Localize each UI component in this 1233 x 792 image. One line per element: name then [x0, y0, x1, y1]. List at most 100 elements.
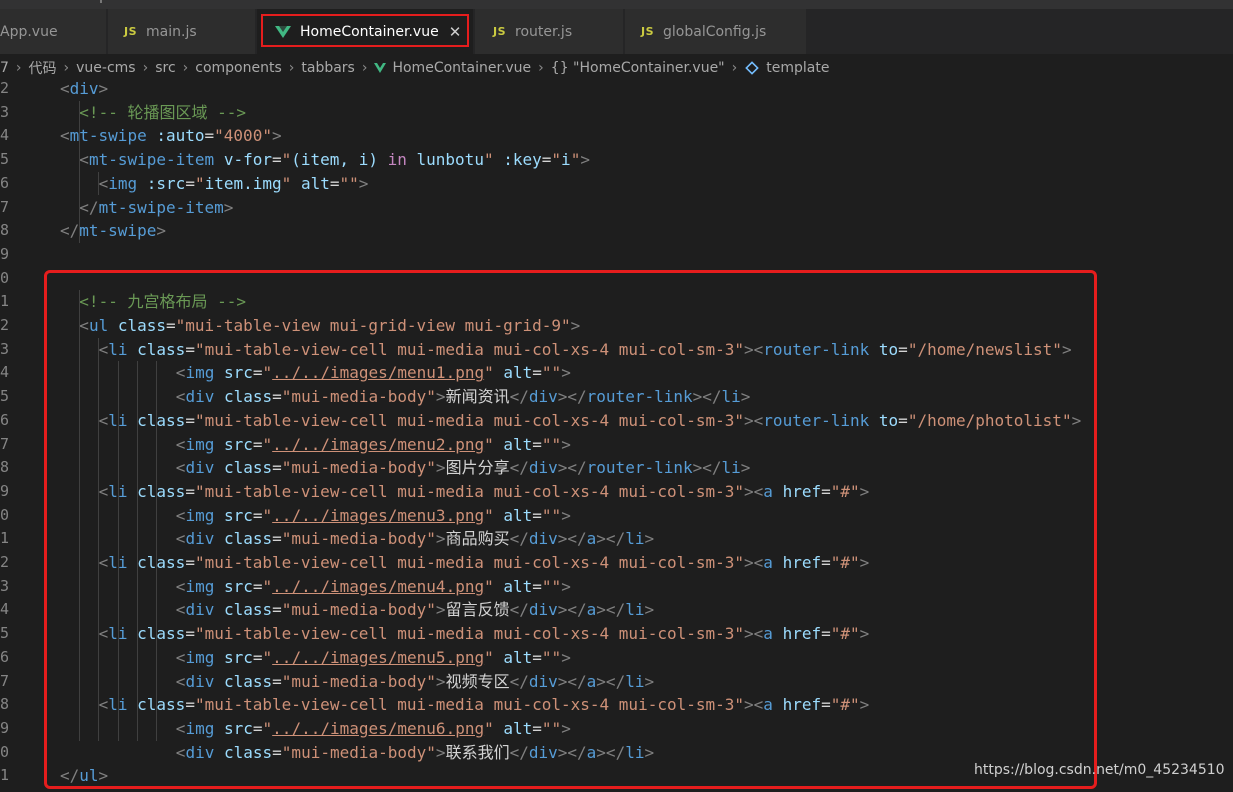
line-number: 4 — [0, 126, 10, 145]
code-token: item.img — [204, 173, 282, 193]
code-token: " — [281, 150, 292, 170]
tab-label: router.js — [515, 23, 573, 40]
code-token: :key — [503, 150, 542, 170]
code-line: 7 </mt-swipe-item> — [0, 196, 1233, 220]
line-number: 9 — [0, 244, 10, 263]
chevron-right-icon: › — [288, 59, 295, 76]
line-number: 3 — [0, 576, 10, 595]
code-token: = — [185, 173, 195, 193]
tab-app-vue[interactable]: App.vue — [0, 9, 106, 54]
line-number: 8 — [0, 695, 10, 714]
line-number: 5 — [0, 150, 10, 169]
code-token: < — [60, 79, 70, 98]
code-token: i — [561, 150, 571, 170]
line-number: 1 — [0, 766, 10, 785]
code-token: " — [570, 150, 581, 170]
chevron-right-icon: › — [182, 59, 189, 76]
code-token: < — [98, 173, 109, 193]
breadcrumb-item[interactable]: vue-cms — [76, 60, 135, 76]
code-token: mt-swipe — [69, 126, 147, 146]
chevron-right-icon: › — [63, 59, 70, 76]
chevron-right-icon: › — [538, 59, 544, 76]
line-number: 1 — [0, 292, 10, 311]
line-number: 6 — [0, 173, 10, 192]
code-token: " — [281, 173, 292, 193]
code-text: <img :src="item.img" alt=""> — [99, 172, 369, 196]
active-tab-highlight-box — [261, 14, 469, 47]
line-number: 2 — [0, 553, 10, 571]
line-number: 2 — [0, 316, 10, 334]
code-line: 6 <img :src="item.img" alt=""> — [0, 172, 1233, 196]
line-number: 5 — [0, 387, 10, 406]
breadcrumb-item[interactable]: HomeContainer.vue — [392, 60, 531, 76]
code-token: </ — [60, 221, 80, 241]
line-number: 5 — [0, 624, 10, 643]
code-token: :src — [146, 173, 186, 193]
breadcrumb-item[interactable]: template — [766, 60, 829, 76]
tab-label: globalConfig.js — [663, 23, 767, 40]
chevron-right-icon: › — [142, 59, 149, 76]
tab-globalconfig-js[interactable]: JS globalConfig.js — [625, 9, 806, 54]
line-number: 9 — [0, 481, 10, 500]
code-token: " — [551, 150, 562, 170]
code-line: 2 <div> — [0, 77, 1233, 101]
line-number: 6 — [0, 647, 10, 666]
line-number: 1 — [0, 529, 10, 548]
code-token: > — [156, 221, 166, 241]
code-token: = — [271, 150, 282, 170]
code-token: alt — [300, 173, 330, 193]
line-number: 0 — [0, 742, 10, 761]
template-cube-icon — [745, 60, 760, 75]
code-token: " — [194, 173, 205, 193]
breadcrumb-item[interactable]: components — [195, 60, 282, 76]
code-token: < — [79, 150, 89, 170]
tab-main-js[interactable]: JS main.js — [108, 9, 255, 54]
code-token: mt-swipe-item — [88, 150, 215, 170]
code-token: > — [271, 126, 282, 146]
code-token: < — [60, 126, 70, 146]
line-number: 4 — [0, 600, 10, 619]
indent-guide — [79, 100, 80, 243]
window-top-strip — [0, 0, 1233, 9]
code-token: lunbotu — [416, 150, 484, 170]
code-token: = — [204, 126, 215, 146]
code-token: > — [98, 79, 109, 98]
line-number: 7 — [0, 434, 10, 453]
vue-file-icon — [374, 62, 387, 73]
code-token: img — [108, 173, 138, 193]
breadcrumb-item[interactable]: 7 — [0, 60, 9, 76]
line-number: 7 — [0, 197, 10, 216]
code-token: mt-swipe-item — [98, 197, 224, 217]
code-text: </mt-swipe-item> — [79, 196, 233, 220]
code-token: > — [580, 150, 590, 170]
breadcrumb-item[interactable]: 代码 — [29, 58, 57, 78]
code-token: </ — [79, 197, 99, 217]
code-token: "" — [339, 173, 359, 193]
line-number: 8 — [0, 221, 10, 240]
breadcrumb-item[interactable]: src — [155, 60, 175, 76]
code-line: 9 — [0, 243, 1233, 267]
tab-label: App.vue — [0, 23, 58, 40]
code-token: " — [483, 150, 494, 170]
breadcrumb-item[interactable]: {} "HomeContainer.vue" — [551, 60, 725, 76]
line-number: 6 — [0, 410, 10, 429]
code-text: <div> — [60, 77, 108, 101]
breadcrumb-item[interactable]: tabbars — [301, 60, 354, 76]
code-text: </mt-swipe> — [60, 219, 166, 243]
code-line: 4 <mt-swipe :auto="4000"> — [0, 124, 1233, 148]
code-text: <!-- 轮播图区域 --> — [79, 101, 246, 125]
code-token: mt-swipe — [79, 221, 157, 241]
watermark: https://blog.csdn.net/m0_45234510 — [974, 762, 1225, 778]
code-line: 3 <!-- 轮播图区域 --> — [0, 101, 1233, 125]
tab-router-js[interactable]: JS router.js — [475, 9, 623, 54]
code-text: <mt-swipe-item v-for="(item, i) in lunbo… — [79, 148, 590, 172]
code-token: > — [223, 197, 234, 217]
code-token: > — [358, 173, 369, 193]
js-file-icon: JS — [493, 25, 507, 38]
line-number: 9 — [0, 718, 10, 737]
